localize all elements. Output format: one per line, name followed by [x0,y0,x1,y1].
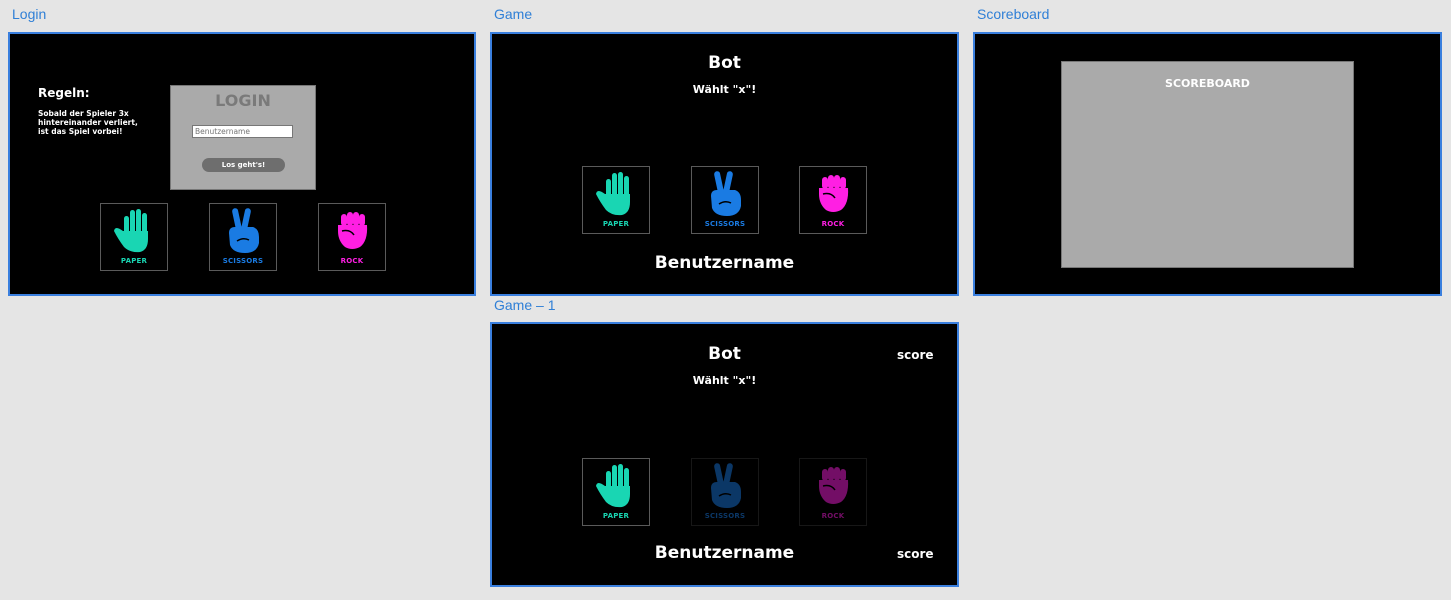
rock-fist-icon [819,467,849,504]
rules-title: Regeln: [38,86,90,100]
artboard-game-1[interactable]: Bot score Wählt "x"! PAPER SCISSORS ROCK… [490,322,959,587]
username-input[interactable] [192,125,293,138]
bot-title: Bot [708,53,741,73]
lets-go-button[interactable]: Los geht's! [202,158,285,172]
user-score: score [897,547,934,561]
scissors-card[interactable]: SCISSORS [209,203,277,271]
scissors-hand-icon [711,463,741,508]
rules-text: Sobald der Spieler 3x hintereinander ver… [38,109,138,136]
paper-card[interactable]: PAPER [582,458,650,526]
paper-hand-icon [114,209,148,253]
artboard-label-game[interactable]: Game [494,6,532,22]
paper-card[interactable]: PAPER [100,203,168,271]
scissors-label: SCISSORS [704,220,746,228]
paper-hand-icon [596,464,630,508]
login-panel: LOGIN Los geht's! [170,85,316,190]
scoreboard-title: SCOREBOARD [1165,77,1250,90]
paper-label: PAPER [602,220,630,228]
rock-fist-icon [819,175,849,212]
rock-card[interactable]: ROCK [799,166,867,234]
scissors-card[interactable]: SCISSORS [691,166,759,234]
rock-card-dimmed[interactable]: ROCK [799,458,867,526]
rock-label: ROCK [821,220,845,228]
artboard-scoreboard[interactable]: SCOREBOARD [973,32,1442,296]
artboard-login[interactable]: Regeln: Sobald der Spieler 3x hintereina… [8,32,476,296]
paper-hand-icon [596,172,630,216]
scissors-label: SCISSORS [704,512,746,520]
artboard-game[interactable]: Bot Wählt "x"! PAPER SCISSORS ROCK Benut… [490,32,959,296]
scissors-hand-icon [229,208,259,253]
username-label: Benutzername [654,253,795,273]
artboard-label-game-1[interactable]: Game – 1 [494,297,555,313]
scissors-card-dimmed[interactable]: SCISSORS [691,458,759,526]
bot-choice-text: Wählt "x"! [692,83,757,96]
artboard-label-scoreboard[interactable]: Scoreboard [977,6,1049,22]
scissors-label: SCISSORS [222,257,264,265]
login-panel-title: LOGIN [215,91,271,110]
bot-choice-text: Wählt "x"! [692,374,757,387]
artboard-label-login[interactable]: Login [12,6,46,22]
scissors-hand-icon [711,171,741,216]
username-label: Benutzername [654,543,795,563]
scoreboard-panel: SCOREBOARD [1061,61,1354,268]
rock-card[interactable]: ROCK [318,203,386,271]
bot-score: score [897,348,934,362]
rock-label: ROCK [821,512,845,520]
rock-fist-icon [338,212,368,249]
paper-label: PAPER [120,257,148,265]
bot-title: Bot [708,344,741,364]
rock-label: ROCK [340,257,364,265]
paper-label: PAPER [602,512,630,520]
paper-card[interactable]: PAPER [582,166,650,234]
